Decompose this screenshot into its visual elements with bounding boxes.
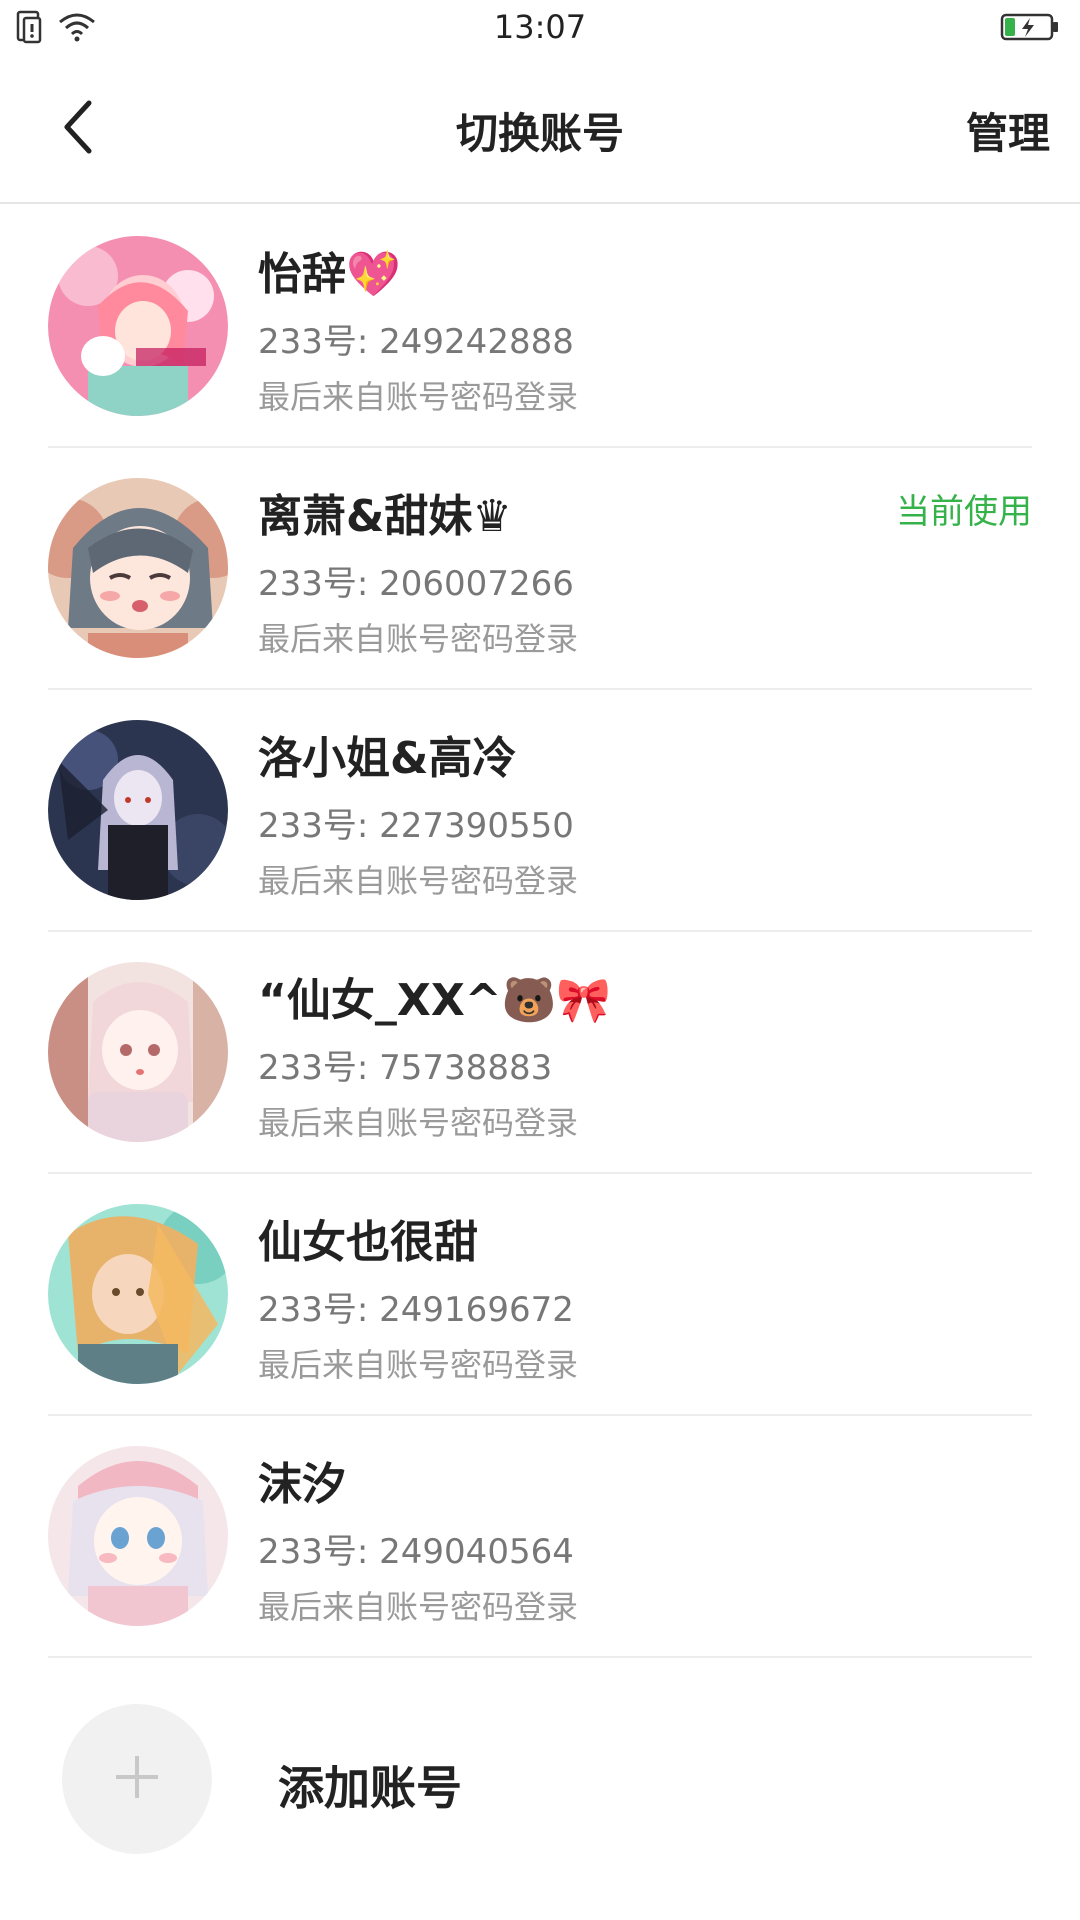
battery-charging-icon [1000, 12, 1060, 42]
add-account-label: 添加账号 [278, 1761, 462, 1815]
account-login-method: 最后来自账号密码登录 [258, 620, 579, 658]
status-time: 13:07 [493, 8, 587, 46]
account-uid: 233号: 75738883 [258, 1048, 553, 1088]
account-name: 沫汐 [258, 1459, 346, 1510]
account-uid: 233号: 206007266 [258, 564, 574, 604]
plus-icon [112, 1752, 162, 1806]
account-login-method: 最后来自账号密码登录 [258, 1104, 579, 1142]
avatar [48, 962, 228, 1142]
account-item[interactable]: 离萧&甜妹♛ 233号: 206007266 最后来自账号密码登录 当前使用 [0, 448, 1080, 690]
avatar [48, 236, 228, 416]
add-account-button[interactable]: 添加账号 [0, 1680, 1080, 1880]
account-login-method: 最后来自账号密码登录 [258, 378, 579, 416]
account-uid: 233号: 249169672 [258, 1290, 574, 1330]
account-login-method: 最后来自账号密码登录 [258, 1346, 579, 1384]
account-item[interactable]: “仙女_XX^🐻🎀 233号: 75738883 最后来自账号密码登录 [0, 932, 1080, 1174]
account-name: 洛小姐&高冷 [258, 733, 517, 784]
divider [48, 1656, 1032, 1658]
avatar [48, 478, 228, 658]
account-item[interactable]: 仙女也很甜 233号: 249169672 最后来自账号密码登录 [0, 1174, 1080, 1416]
account-item[interactable]: 怡辞💖 233号: 249242888 最后来自账号密码登录 [0, 206, 1080, 448]
account-uid: 233号: 227390550 [258, 806, 574, 846]
account-name: 仙女也很甜 [258, 1217, 478, 1268]
account-name: “仙女_XX^🐻🎀 [258, 975, 612, 1026]
account-uid: 233号: 249040564 [258, 1532, 574, 1572]
header-bar: 切换账号 管理 [0, 58, 1080, 204]
add-account-circle[interactable] [62, 1704, 212, 1854]
page-title: 切换账号 [455, 109, 624, 158]
account-uid: 233号: 249242888 [258, 322, 574, 362]
account-name: 离萧&甜妹♛ [258, 491, 512, 542]
account-list: 怡辞💖 233号: 249242888 最后来自账号密码登录 离萧&甜妹♛ 23… [0, 206, 1080, 1658]
manage-button[interactable]: 管理 [966, 100, 1050, 161]
current-account-badge: 当前使用 [896, 492, 1032, 532]
account-item[interactable]: 沫汐 233号: 249040564 最后来自账号密码登录 [0, 1416, 1080, 1658]
avatar [48, 1204, 228, 1384]
status-bar: 13:07 [0, 0, 1080, 58]
avatar [48, 1446, 228, 1626]
account-name: 怡辞💖 [258, 249, 401, 300]
avatar [48, 720, 228, 900]
account-login-method: 最后来自账号密码登录 [258, 862, 579, 900]
account-login-method: 最后来自账号密码登录 [258, 1588, 579, 1626]
account-item[interactable]: 洛小姐&高冷 233号: 227390550 最后来自账号密码登录 [0, 690, 1080, 932]
